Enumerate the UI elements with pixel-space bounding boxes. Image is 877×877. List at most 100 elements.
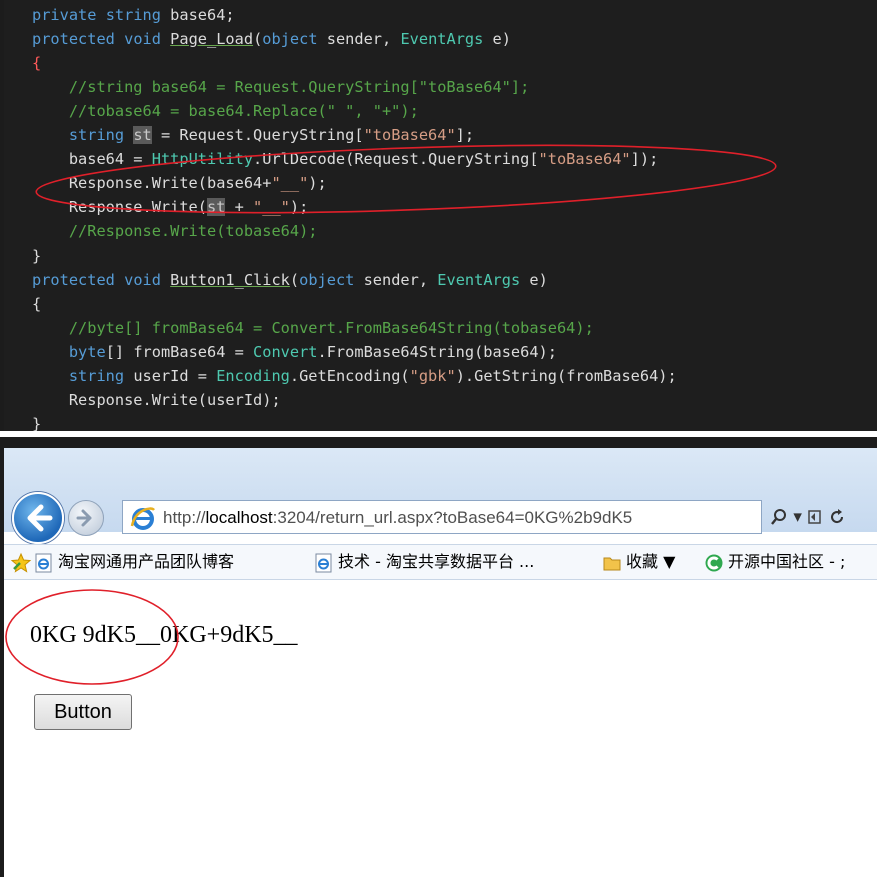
favorite-label: 收藏 ▼ [626,552,676,571]
favorite-label: 开源中国社区 - ; [728,552,846,571]
code-token: "__" [253,198,290,216]
divider-dark [0,437,877,448]
favorites-star-icon[interactable] [10,545,32,579]
favorite-item-tech[interactable]: 技术 - 淘宝共享数据平台 ... [314,545,534,579]
code-token: HttpUtility [151,150,254,168]
code-token: ); [308,174,327,192]
page-content: 0KG 9dK5__0KG+9dK5__ Button [4,580,877,865]
compat-view-icon[interactable] [807,507,828,527]
code-line: //string base64 = Request.QueryString["t… [32,75,530,99]
code-token: sender, [363,271,438,289]
favorite-item-oschina[interactable]: 开源中国社区 - ; [704,545,845,579]
code-token: Encoding [216,367,290,385]
code-line: protected void Page_Load(object sender, … [32,27,511,51]
code-line: } [32,244,41,268]
code-line: { [32,51,41,75]
code-token: "gbk" [409,367,456,385]
arrow-left-icon [27,504,53,532]
code-line: //tobase64 = base64.Replace(" ", "+"); [32,99,419,123]
oschina-icon [705,554,723,571]
code-token: base64 = [32,150,152,168]
code-token: st [206,198,226,216]
code-token: ); [289,198,309,216]
code-token: e) [492,30,511,48]
url-scheme: http:// [163,508,206,527]
code-token: .UrlDecode(Request.QueryString[ [253,150,539,168]
code-token: ]); [630,150,659,168]
favorite-label: 淘宝网通用产品团队博客 [58,552,235,571]
code-token: sender, [326,30,401,48]
code-token: string [105,6,171,24]
code-token: Response.Write( [32,198,207,216]
code-token: e) [529,271,548,289]
code-token: //Response.Write(tobase64); [32,222,318,240]
code-token: void [124,30,171,48]
code-line: base64 = HttpUtility.UrlDecode(Request.Q… [32,147,658,171]
code-token: object [262,30,327,48]
favorite-label: 技术 - 淘宝共享数据平台 ... [338,552,535,571]
code-token: Convert [253,343,318,361]
search-icon[interactable] [770,507,793,527]
url-path: :3204/return_url.aspx?toBase64=0KG%2b9dK… [272,508,633,527]
code-token: EventArgs [400,30,493,48]
code-token: string [68,126,134,144]
forward-button[interactable] [68,500,104,536]
code-token: ( [253,30,263,48]
code-token: "toBase64" [363,126,456,144]
code-line: Response.Write(st + "__"); [32,195,308,219]
code-token: //tobase64 = base64.Replace(" ", "+"); [32,102,419,120]
code-line: //byte[] fromBase64 = Convert.FromBase64… [32,316,594,340]
code-token: "toBase64" [538,150,631,168]
code-token: protected [32,271,125,289]
code-line: byte[] fromBase64 = Convert.FromBase64St… [32,340,557,364]
arrow-right-icon [76,509,92,527]
folder-icon [603,557,621,570]
back-button[interactable] [12,492,64,544]
code-line: protected void Button1_Click(object send… [32,268,548,292]
code-token: void [124,271,171,289]
code-token: ).GetString(fromBase64); [455,367,677,385]
code-line: Response.Write(base64+"__"); [32,171,327,195]
code-token: string [68,367,134,385]
code-token: .FromBase64String(base64); [317,343,557,361]
code-token: "__" [271,174,309,192]
code-line: private string base64; [32,3,235,27]
browser-window: http://localhost:3204/return_url.aspx?to… [4,448,877,865]
refresh-icon[interactable] [829,507,845,527]
code-token: private [32,6,106,24]
code-editor: private string base64; protected void Pag… [4,0,877,431]
code-token: Button1_Click [170,271,290,289]
code-line: string userId = Encoding.GetEncoding("gb… [32,364,677,388]
ie-page-icon [35,553,52,572]
url-text[interactable]: http://localhost:3204/return_url.aspx?to… [163,505,632,531]
page-button[interactable]: Button [34,694,132,730]
code-token: object [299,271,364,289]
code-token: .GetEncoding( [289,367,410,385]
code-token: Response.Write(base64+ [32,174,272,192]
code-token: EventArgs [437,271,530,289]
code-token: //string base64 = Request.QueryString["t… [32,78,530,96]
code-line: { [32,292,41,316]
code-token: base64; [170,6,235,24]
browser-toolbar: http://localhost:3204/return_url.aspx?to… [4,448,877,544]
code-token: } [32,415,42,431]
code-line: } [32,412,41,431]
code-token: = Request.QueryString[ [151,126,364,144]
response-output-text: 0KG 9dK5__0KG+9dK5__ [30,622,298,648]
code-token: { [32,54,42,72]
code-line: //Response.Write(tobase64); [32,219,318,243]
search-dropdown-icon[interactable]: ▾ [793,507,802,527]
code-token: + [225,198,254,216]
favorite-folder-collection[interactable]: 收藏 ▼ [602,545,675,579]
address-tools: ▾ [770,502,845,532]
address-bar[interactable]: http://localhost:3204/return_url.aspx?to… [122,500,762,534]
url-host: localhost [205,508,273,527]
code-token: userId = [133,367,217,385]
code-line: string st = Request.QueryString["toBase6… [32,123,474,147]
ie-icon [130,507,155,530]
favorite-item-blog[interactable]: 淘宝网通用产品团队博客 [34,545,234,579]
ie-page-icon [315,553,332,572]
